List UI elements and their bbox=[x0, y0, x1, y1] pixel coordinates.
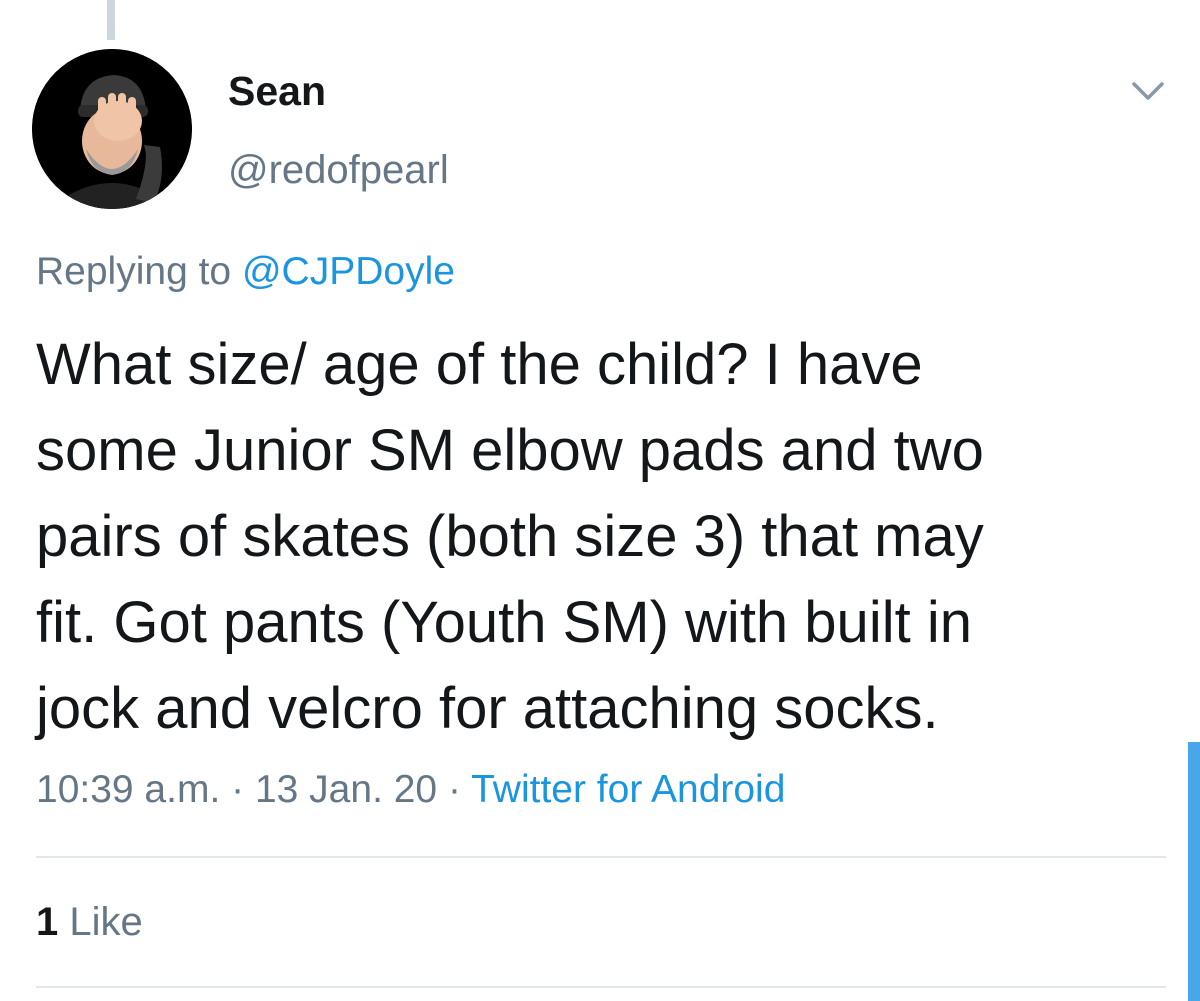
likes-count: 1 bbox=[36, 900, 59, 944]
tweet-date: 13 Jan. 20 bbox=[254, 768, 438, 811]
replying-to-label: Replying to bbox=[36, 250, 232, 293]
tweet-time: 10:39 a.m. bbox=[36, 768, 221, 811]
tweet-text-line: What size/ age of the child? I have bbox=[36, 332, 923, 397]
replying-to-mention-link[interactable]: @CJPDoyle bbox=[242, 250, 455, 293]
facepalm-avatar-icon bbox=[32, 49, 192, 209]
meta-separator: · bbox=[231, 768, 245, 811]
avatar[interactable] bbox=[32, 49, 192, 209]
scrollbar-thumb[interactable] bbox=[1188, 742, 1200, 1001]
divider bbox=[36, 856, 1166, 858]
author-handle[interactable]: @redofpearl bbox=[228, 148, 449, 193]
meta-separator: · bbox=[447, 768, 461, 811]
tweet-metadata: 10:39 a.m. · 13 Jan. 20 · Twitter for An… bbox=[36, 768, 785, 812]
tweet-menu-button[interactable] bbox=[1128, 76, 1168, 106]
tweet-text-line: some Junior SM elbow pads and two bbox=[36, 418, 984, 483]
tweet-text-line: pairs of skates (both size 3) that may bbox=[36, 504, 984, 569]
divider bbox=[36, 986, 1166, 988]
tweet-text: What size/ age of the child? I have some… bbox=[36, 322, 1166, 752]
tweet-text-line: fit. Got pants (Youth SM) with built in bbox=[36, 590, 972, 655]
likes-label: Like bbox=[69, 900, 143, 944]
tweet-source-link[interactable]: Twitter for Android bbox=[471, 768, 785, 811]
thread-connector-line bbox=[107, 0, 115, 40]
replying-to: Replying to @CJPDoyle bbox=[36, 250, 455, 294]
chevron-down-icon bbox=[1132, 82, 1164, 100]
likes-stat[interactable]: 1 Like bbox=[36, 900, 143, 945]
tweet-text-line: jock and velcro for attaching socks. bbox=[36, 676, 939, 741]
author-display-name[interactable]: Sean bbox=[228, 68, 326, 115]
